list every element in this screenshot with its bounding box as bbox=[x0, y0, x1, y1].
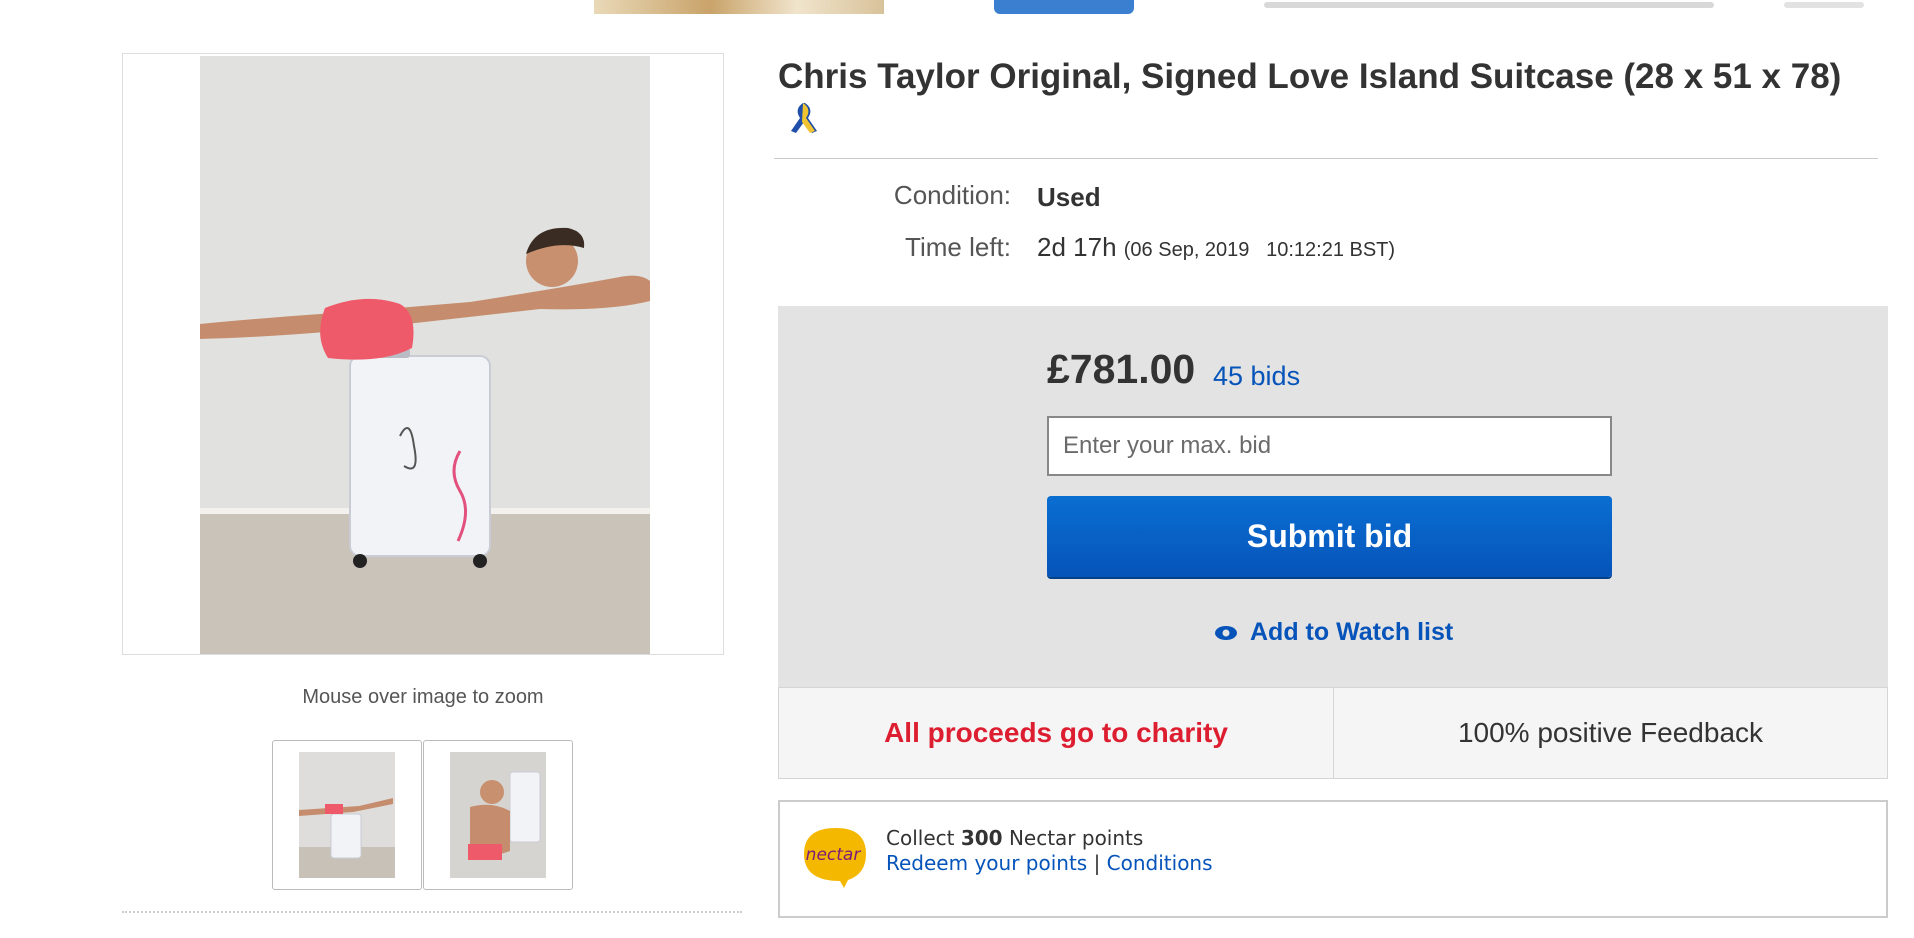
seller-feedback[interactable]: 100% positive Feedback bbox=[1334, 688, 1887, 778]
time-left-end-date: (06 Sep, 2019 10:12:21 BST) bbox=[1123, 239, 1396, 261]
listing-title: Chris Taylor Original, Signed Love Islan… bbox=[778, 57, 1842, 96]
info-row: All proceeds go to charity 100% positive… bbox=[778, 687, 1888, 779]
charity-notice: All proceeds go to charity bbox=[884, 717, 1228, 748]
svg-text:nectar: nectar bbox=[806, 845, 862, 865]
main-product-image[interactable] bbox=[200, 56, 650, 654]
condition-label: Condition: bbox=[893, 180, 1011, 210]
conditions-link[interactable]: Conditions bbox=[1107, 851, 1213, 875]
title-divider bbox=[774, 158, 1878, 159]
nectar-points: 300 bbox=[960, 826, 1003, 850]
main-image-frame[interactable] bbox=[122, 53, 724, 655]
watchlist-label: Add to Watch list bbox=[1250, 618, 1454, 646]
redeem-points-link[interactable]: Redeem your points bbox=[886, 851, 1087, 875]
eye-icon bbox=[1215, 625, 1237, 640]
divider bbox=[122, 911, 742, 913]
time-left-duration: 2d 17h bbox=[1037, 232, 1117, 262]
current-price: £781.00 bbox=[1047, 346, 1196, 392]
condition-value: Used bbox=[1037, 182, 1101, 212]
max-bid-input[interactable] bbox=[1047, 416, 1612, 476]
nectar-collect-text: Collect 300 Nectar points bbox=[886, 826, 1144, 850]
charity-ribbon-icon bbox=[791, 103, 817, 133]
time-left-value: 2d 17h (06 Sep, 2019 10:12:21 BST) bbox=[1037, 232, 1395, 263]
thumbnail-1[interactable] bbox=[272, 740, 422, 890]
nectar-promo: nectar Collect 300 Nectar points Redeem … bbox=[778, 800, 1888, 918]
top-ad-banner[interactable] bbox=[594, 0, 1884, 14]
nectar-logo: nectar bbox=[804, 828, 866, 888]
nectar-links: Redeem your points | Conditions bbox=[886, 851, 1213, 875]
thumbnail-2[interactable] bbox=[423, 740, 573, 890]
time-left-label: Time left: bbox=[905, 232, 1011, 262]
zoom-hint: Mouse over image to zoom bbox=[302, 686, 544, 708]
add-to-watchlist-link[interactable]: Add to Watch list bbox=[1214, 618, 1453, 647]
bid-count-link[interactable]: 45 bids bbox=[1213, 361, 1300, 392]
submit-bid-button[interactable]: Submit bid bbox=[1047, 496, 1612, 577]
